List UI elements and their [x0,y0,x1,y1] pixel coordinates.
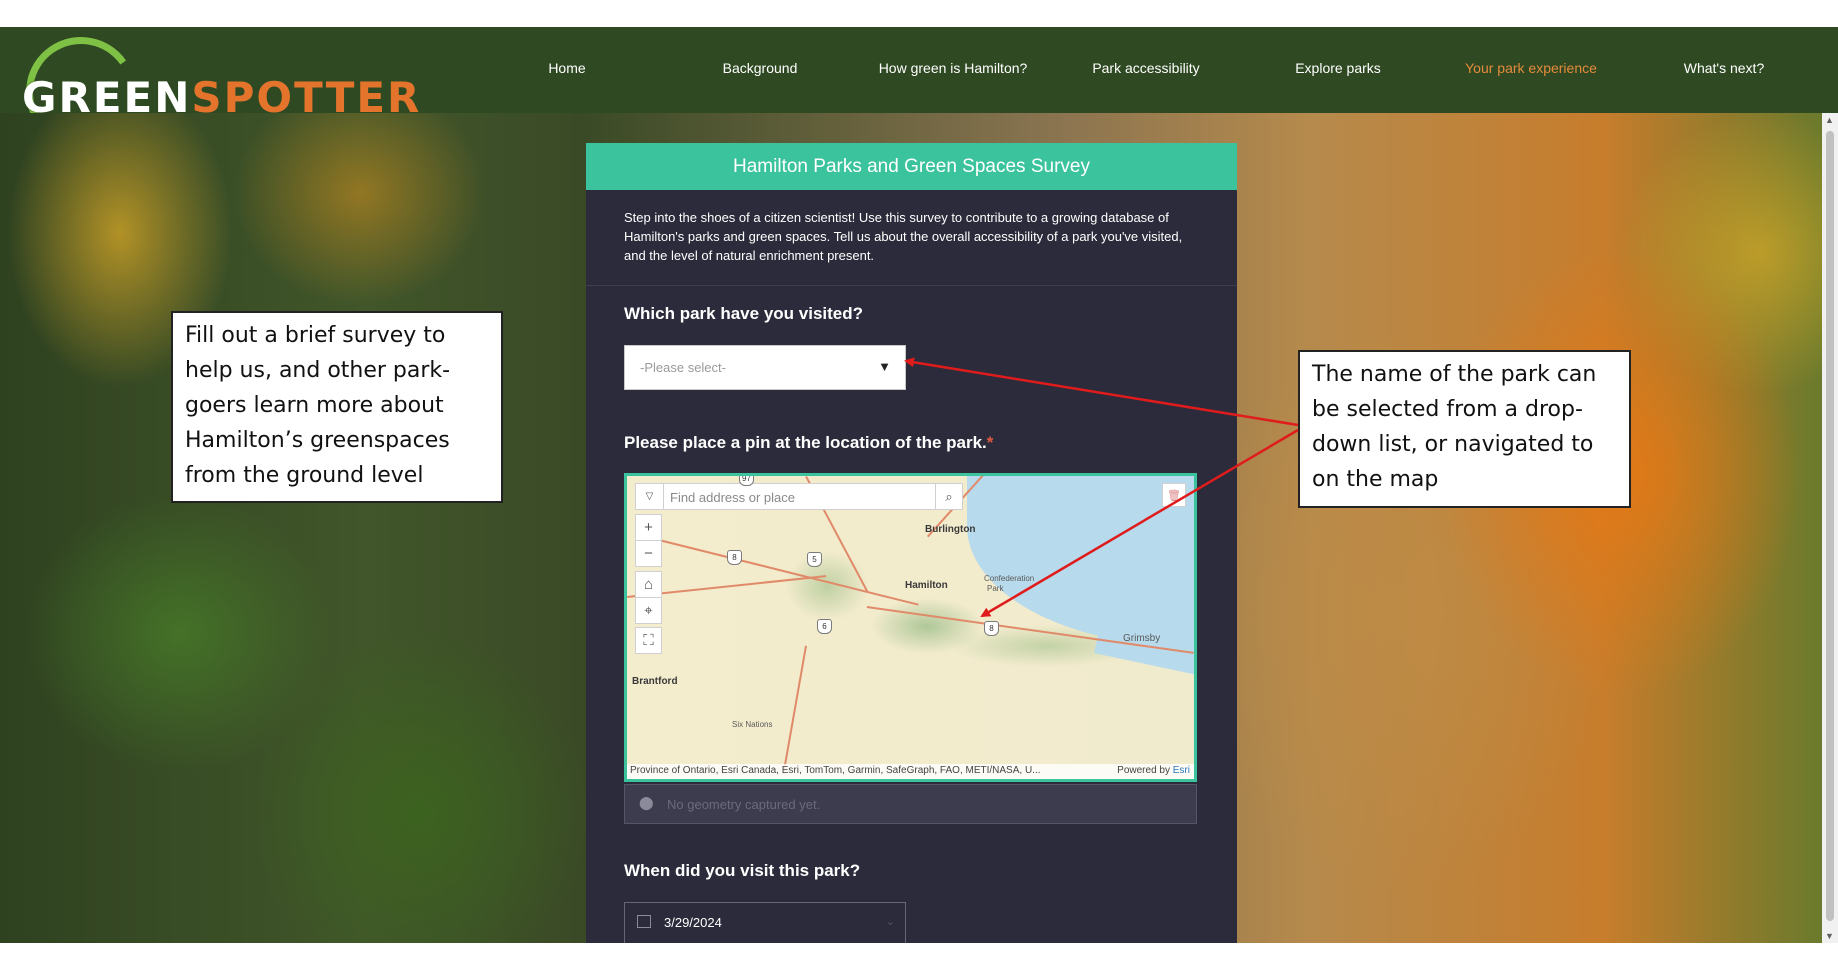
map-search-bar: ▽ Find address or place ⌕ [635,483,963,510]
geometry-status-field: ⬤ No geometry captured yet. [624,784,1197,824]
survey-intro: Step into the shoes of a citizen scienti… [586,190,1237,286]
nav-park-accessibility[interactable]: Park accessibility [1092,60,1199,76]
callout-left: Fill out a brief survey to help us, and … [171,311,503,503]
question-date-label: When did you visit this park? [624,861,861,880]
visit-date-input[interactable]: 3/29/2024 ⌄ [624,902,906,943]
nav-your-park-experience[interactable]: Your park experience [1465,60,1597,76]
scroll-down-icon[interactable]: ▼ [1825,931,1834,941]
top-margin [0,0,1838,27]
map-label-hamilton: Hamilton [905,580,948,591]
zoom-out-icon[interactable]: − [635,540,662,567]
search-icon[interactable]: ⌕ [935,484,962,509]
survey-title: Hamilton Parks and Green Spaces Survey [586,143,1237,190]
question-pin-text: Please place a pin at the location of th… [624,433,987,452]
map-label-confederation: Confederation [984,574,1035,583]
location-map[interactable]: ▽ Find address or place ⌕ 🗑 + − ⌂ ⌖ ⛶ Bu… [624,473,1197,782]
highway-8b-icon: 8 [984,621,999,636]
map-search-input[interactable]: Find address or place [670,490,795,505]
park-select[interactable]: -Please select- ▼ [624,345,906,390]
nav-home[interactable]: Home [548,60,585,76]
nav-background[interactable]: Background [723,60,798,76]
chevron-down-icon: ⌄ [885,916,895,928]
page-scrollbar[interactable]: ▲ ▼ [1822,113,1838,943]
zoom-in-icon[interactable]: + [635,514,662,541]
esri-link[interactable]: Esri [1173,765,1190,776]
powered-by[interactable]: Powered by Esri [1117,765,1190,776]
nav-how-green[interactable]: How green is Hamilton? [879,60,1028,76]
question-pin-label: Please place a pin at the location of th… [624,433,993,453]
park-select-placeholder: -Please select- [640,360,726,375]
highway-5-icon: 5 [807,552,822,567]
home-icon[interactable]: ⌂ [635,571,662,598]
geometry-status-text: No geometry captured yet. [667,797,821,812]
map-road [782,645,807,775]
required-mark: * [986,433,994,452]
map-label-burlington: Burlington [925,524,976,535]
scroll-up-icon[interactable]: ▲ [1825,115,1834,125]
highway-8-icon: 8 [727,550,742,565]
map-label-grimsby: Grimsby [1123,633,1161,644]
scroll-thumb[interactable] [1826,131,1834,921]
survey-form: Hamilton Parks and Green Spaces Survey S… [586,143,1237,943]
map-label-brantford: Brantford [632,676,678,687]
map-attribution: Province of Ontario, Esri Canada, Esri, … [627,764,1194,779]
nav-explore-parks[interactable]: Explore parks [1295,60,1381,76]
search-source-dropdown-icon[interactable]: ▽ [636,484,664,509]
calendar-icon [637,915,651,928]
highway-6-icon: 6 [817,619,832,634]
question-park-label: Which park have you visited? [624,304,864,323]
locate-icon[interactable]: ⌖ [635,597,662,624]
bottom-margin [0,943,1838,953]
map-road [646,536,919,606]
caret-down-icon: ▼ [878,359,891,374]
map-pin-icon: ⬤ [639,795,654,810]
highway-97-icon: 97 [739,476,754,486]
greenspotter-logo[interactable]: GREENSPOTTER [17,28,419,156]
delete-pin-icon[interactable]: 🗑 [1162,483,1186,507]
nav-whats-next[interactable]: What's next? [1684,60,1765,76]
map-label-confederation-park: Park [987,584,1004,593]
callout-right: The name of the park can be selected fro… [1298,350,1631,508]
fullscreen-icon[interactable]: ⛶ [635,627,662,654]
map-label-six-nations: Six Nations [732,720,773,729]
visit-date-value: 3/29/2024 [664,915,722,930]
site-header: GREENSPOTTER Home Background How green i… [0,27,1838,156]
attribution-text: Province of Ontario, Esri Canada, Esri, … [630,765,1041,776]
